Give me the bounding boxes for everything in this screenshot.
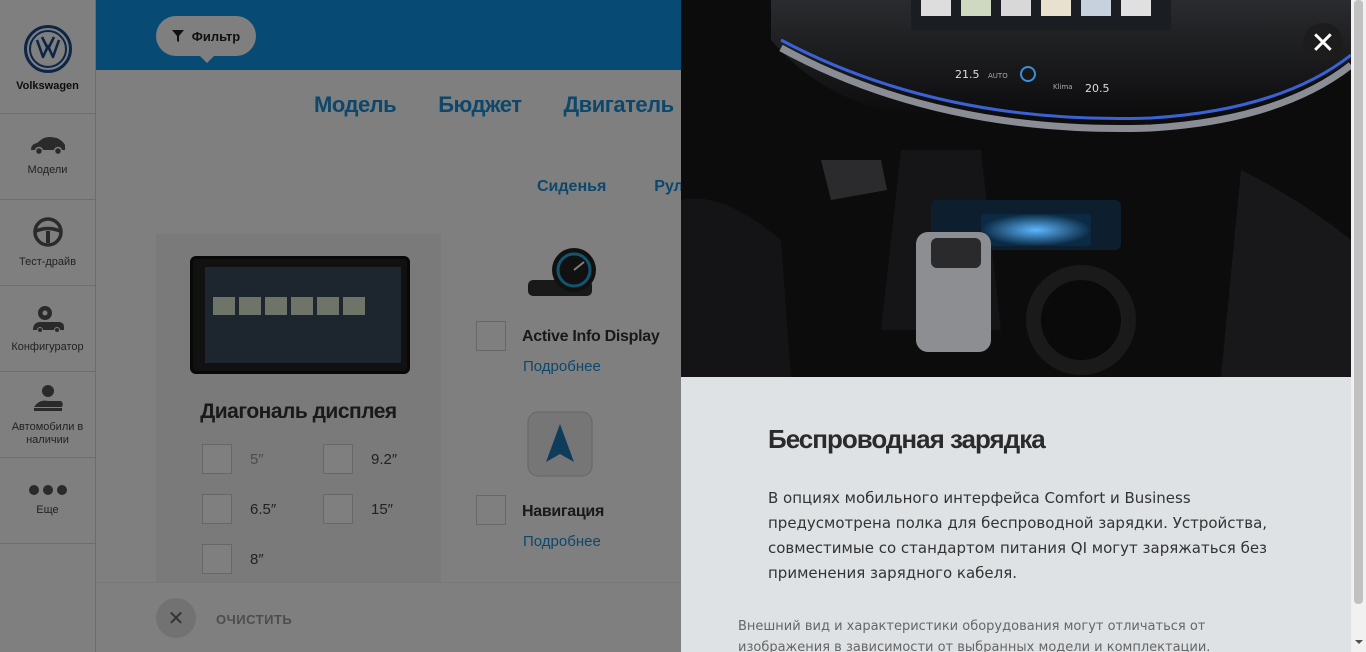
scroll-down-arrow-icon[interactable]: [1355, 640, 1363, 648]
auto-label: AUTO: [988, 72, 1008, 80]
close-panel-button[interactable]: ✕: [1303, 23, 1343, 63]
klima-label: Klima: [1053, 83, 1073, 91]
info-panel: 21.5 AUTO Klima 20.5 Беспроводная зарядк…: [681, 0, 1351, 652]
scrollbar[interactable]: [1351, 0, 1366, 652]
modal-backdrop[interactable]: [0, 0, 681, 652]
temp-right: 20.5: [1085, 82, 1110, 95]
scrollbar-thumb[interactable]: [1354, 0, 1363, 604]
temp-left: 21.5: [955, 68, 980, 81]
close-icon: ✕: [1310, 26, 1336, 60]
wireless-charging-photo: 21.5 AUTO Klima 20.5: [681, 0, 1351, 377]
panel-title: Беспроводная зарядка: [768, 424, 1046, 454]
panel-description: В опциях мобильного интерфейса Comfort и…: [768, 489, 1268, 582]
panel-disclaimer: Внешний вид и характеристики оборудовани…: [738, 619, 1211, 652]
